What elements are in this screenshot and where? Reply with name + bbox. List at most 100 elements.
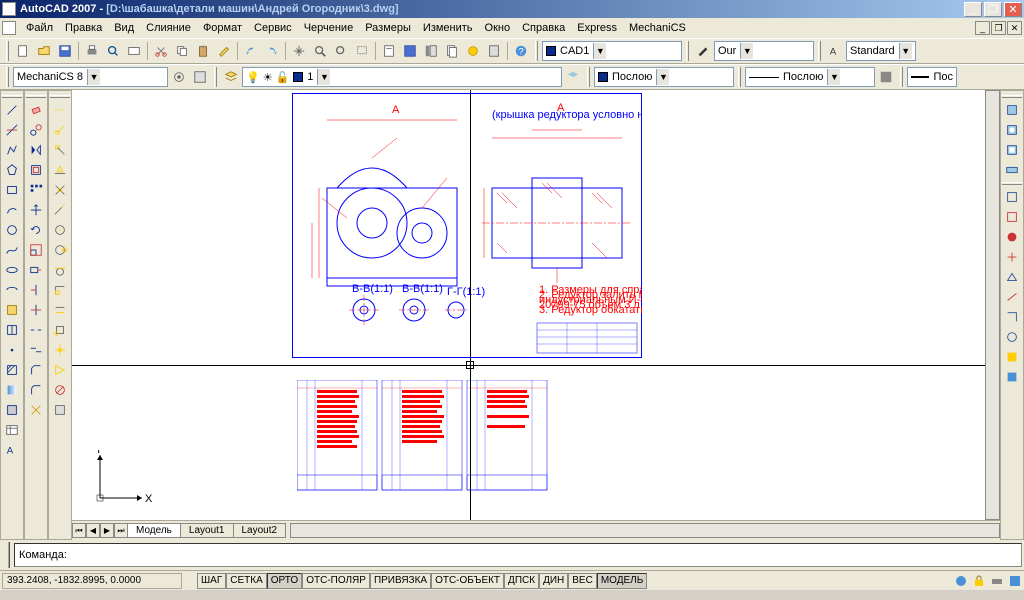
help-button[interactable]: ?: [511, 41, 531, 61]
grip[interactable]: [50, 95, 70, 98]
trim-button[interactable]: [26, 280, 46, 300]
grip[interactable]: [6, 41, 9, 61]
menu-view[interactable]: Вид: [108, 21, 140, 35]
minimize-button[interactable]: _: [964, 2, 982, 17]
menu-modify[interactable]: Изменить: [417, 21, 479, 35]
tab-layout2[interactable]: Layout2: [233, 523, 287, 538]
menu-mechanics[interactable]: MechaniCS: [623, 21, 692, 35]
publish-button[interactable]: [124, 41, 144, 61]
spline-button[interactable]: [2, 240, 22, 260]
pan-button[interactable]: [289, 41, 309, 61]
matchprop-button[interactable]: [214, 41, 234, 61]
ellipse-arc-button[interactable]: [2, 280, 22, 300]
linetype-combo[interactable]: Послою▼: [745, 67, 875, 87]
quickcalc-button[interactable]: [484, 41, 504, 61]
arc-button[interactable]: [2, 200, 22, 220]
grip[interactable]: [2, 542, 10, 568]
lwt-toggle[interactable]: ВЕС: [568, 573, 597, 589]
snap-ins-button[interactable]: [50, 320, 70, 340]
table-button[interactable]: [2, 420, 22, 440]
layerprev-button[interactable]: [563, 67, 583, 87]
snap-mid-button[interactable]: [50, 160, 70, 180]
polygon-button[interactable]: [2, 160, 22, 180]
menu-draw[interactable]: Черчение: [298, 21, 360, 35]
zoom-window-button[interactable]: [352, 41, 372, 61]
polar-toggle[interactable]: ОТС-ПОЛЯР: [302, 573, 370, 589]
grip[interactable]: [686, 41, 689, 61]
tab-last[interactable]: ⏭: [114, 523, 128, 538]
snap-end-button[interactable]: [50, 140, 70, 160]
grip[interactable]: [214, 67, 217, 87]
grip[interactable]: [535, 41, 538, 61]
fillet-button[interactable]: [26, 380, 46, 400]
snap-par-button[interactable]: [50, 300, 70, 320]
grip[interactable]: [6, 67, 9, 87]
r-tool-14[interactable]: [1002, 367, 1022, 387]
mtext-button[interactable]: A: [2, 440, 22, 460]
grip[interactable]: [2, 95, 22, 98]
paste-button[interactable]: [193, 41, 213, 61]
insert-block-button[interactable]: [2, 300, 22, 320]
grip[interactable]: [26, 95, 46, 98]
make-block-button[interactable]: [2, 320, 22, 340]
panel-icon[interactable]: [190, 67, 210, 87]
snap-settings-button[interactable]: [50, 400, 70, 420]
r-tool-8[interactable]: [1002, 247, 1022, 267]
lock-tray-icon[interactable]: [972, 574, 986, 588]
tab-layout1[interactable]: Layout1: [180, 523, 234, 538]
rotate-button[interactable]: [26, 220, 46, 240]
new-button[interactable]: [13, 41, 33, 61]
gradient-button[interactable]: [2, 380, 22, 400]
comm-icon[interactable]: [954, 574, 968, 588]
osnap-toggle[interactable]: ПРИВЯЗКА: [370, 573, 431, 589]
linewt-combo[interactable]: Послою▼: [594, 67, 734, 87]
menu-express[interactable]: Express: [571, 21, 623, 35]
snap-node-button[interactable]: [50, 340, 70, 360]
zoom-prev-button[interactable]: [331, 41, 351, 61]
stretch-button[interactable]: [26, 260, 46, 280]
mechanics-combo[interactable]: MechaniCS 8▼: [13, 67, 168, 87]
tab-next[interactable]: ▶: [100, 523, 114, 538]
snap-tan-button[interactable]: [50, 260, 70, 280]
r-tool-4[interactable]: [1002, 160, 1022, 180]
zoom-button[interactable]: [310, 41, 330, 61]
chamfer-button[interactable]: [26, 360, 46, 380]
undo-button[interactable]: [241, 41, 261, 61]
mdi-minimize[interactable]: _: [975, 21, 990, 35]
grip[interactable]: [818, 41, 821, 61]
markup-button[interactable]: [463, 41, 483, 61]
snap-per-button[interactable]: [50, 280, 70, 300]
ducs-toggle[interactable]: ДПСК: [504, 573, 539, 589]
toolpalette-button[interactable]: [421, 41, 441, 61]
gear-icon[interactable]: [169, 67, 189, 87]
snap-from-button[interactable]: [50, 120, 70, 140]
temp-track-button[interactable]: [50, 100, 70, 120]
r-tool-7[interactable]: [1002, 227, 1022, 247]
dyn-toggle[interactable]: ДИН: [539, 573, 568, 589]
tab-first[interactable]: ⏮: [72, 523, 86, 538]
save-button[interactable]: [55, 41, 75, 61]
point-button[interactable]: [2, 340, 22, 360]
r-tool-11[interactable]: [1002, 307, 1022, 327]
r-tool-6[interactable]: [1002, 207, 1022, 227]
text-style-icon[interactable]: A: [825, 41, 845, 61]
circle-button[interactable]: [2, 220, 22, 240]
r-tool-9[interactable]: [1002, 267, 1022, 287]
menu-merge[interactable]: Слияние: [140, 21, 197, 35]
erase-button[interactable]: [26, 100, 46, 120]
brush-icon[interactable]: [693, 41, 713, 61]
menu-format[interactable]: Формат: [197, 21, 248, 35]
r-tool-2[interactable]: [1002, 120, 1022, 140]
copy-button[interactable]: [172, 41, 192, 61]
tab-model[interactable]: Модель: [127, 523, 181, 538]
redo-button[interactable]: [262, 41, 282, 61]
grid-toggle[interactable]: СЕТКА: [226, 573, 267, 589]
sheetset-button[interactable]: [442, 41, 462, 61]
mdi-close[interactable]: ✕: [1007, 21, 1022, 35]
preview-button[interactable]: [103, 41, 123, 61]
tab-prev[interactable]: ◀: [86, 523, 100, 538]
menu-help[interactable]: Справка: [516, 21, 571, 35]
join-button[interactable]: [26, 340, 46, 360]
hatch-button[interactable]: [2, 360, 22, 380]
array-button[interactable]: [26, 180, 46, 200]
